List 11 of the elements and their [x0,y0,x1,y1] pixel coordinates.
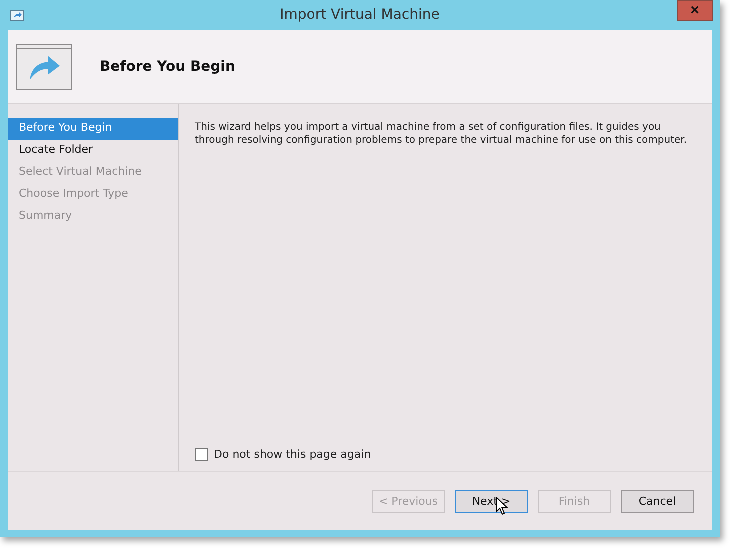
window-title: Import Virtual Machine [280,7,440,23]
page-heading: Before You Begin [100,58,236,74]
checkbox[interactable] [195,448,208,461]
close-button[interactable]: × [677,0,713,21]
window-icon [10,10,24,20]
checkbox-label: Do not show this page again [214,448,372,461]
mouse-pointer-icon [496,496,508,516]
description-text: This wizard helps you import a virtual machine from a set of configuration files. It guides you through resolving configuration problems to prepare the virtual machine for use on this computer. [195,121,688,148]
wizard-step[interactable]: Before You Begin [8,118,178,140]
wizard-button[interactable]: Cancel [621,490,694,512]
wizard-step[interactable]: Locate Folder [8,140,178,162]
